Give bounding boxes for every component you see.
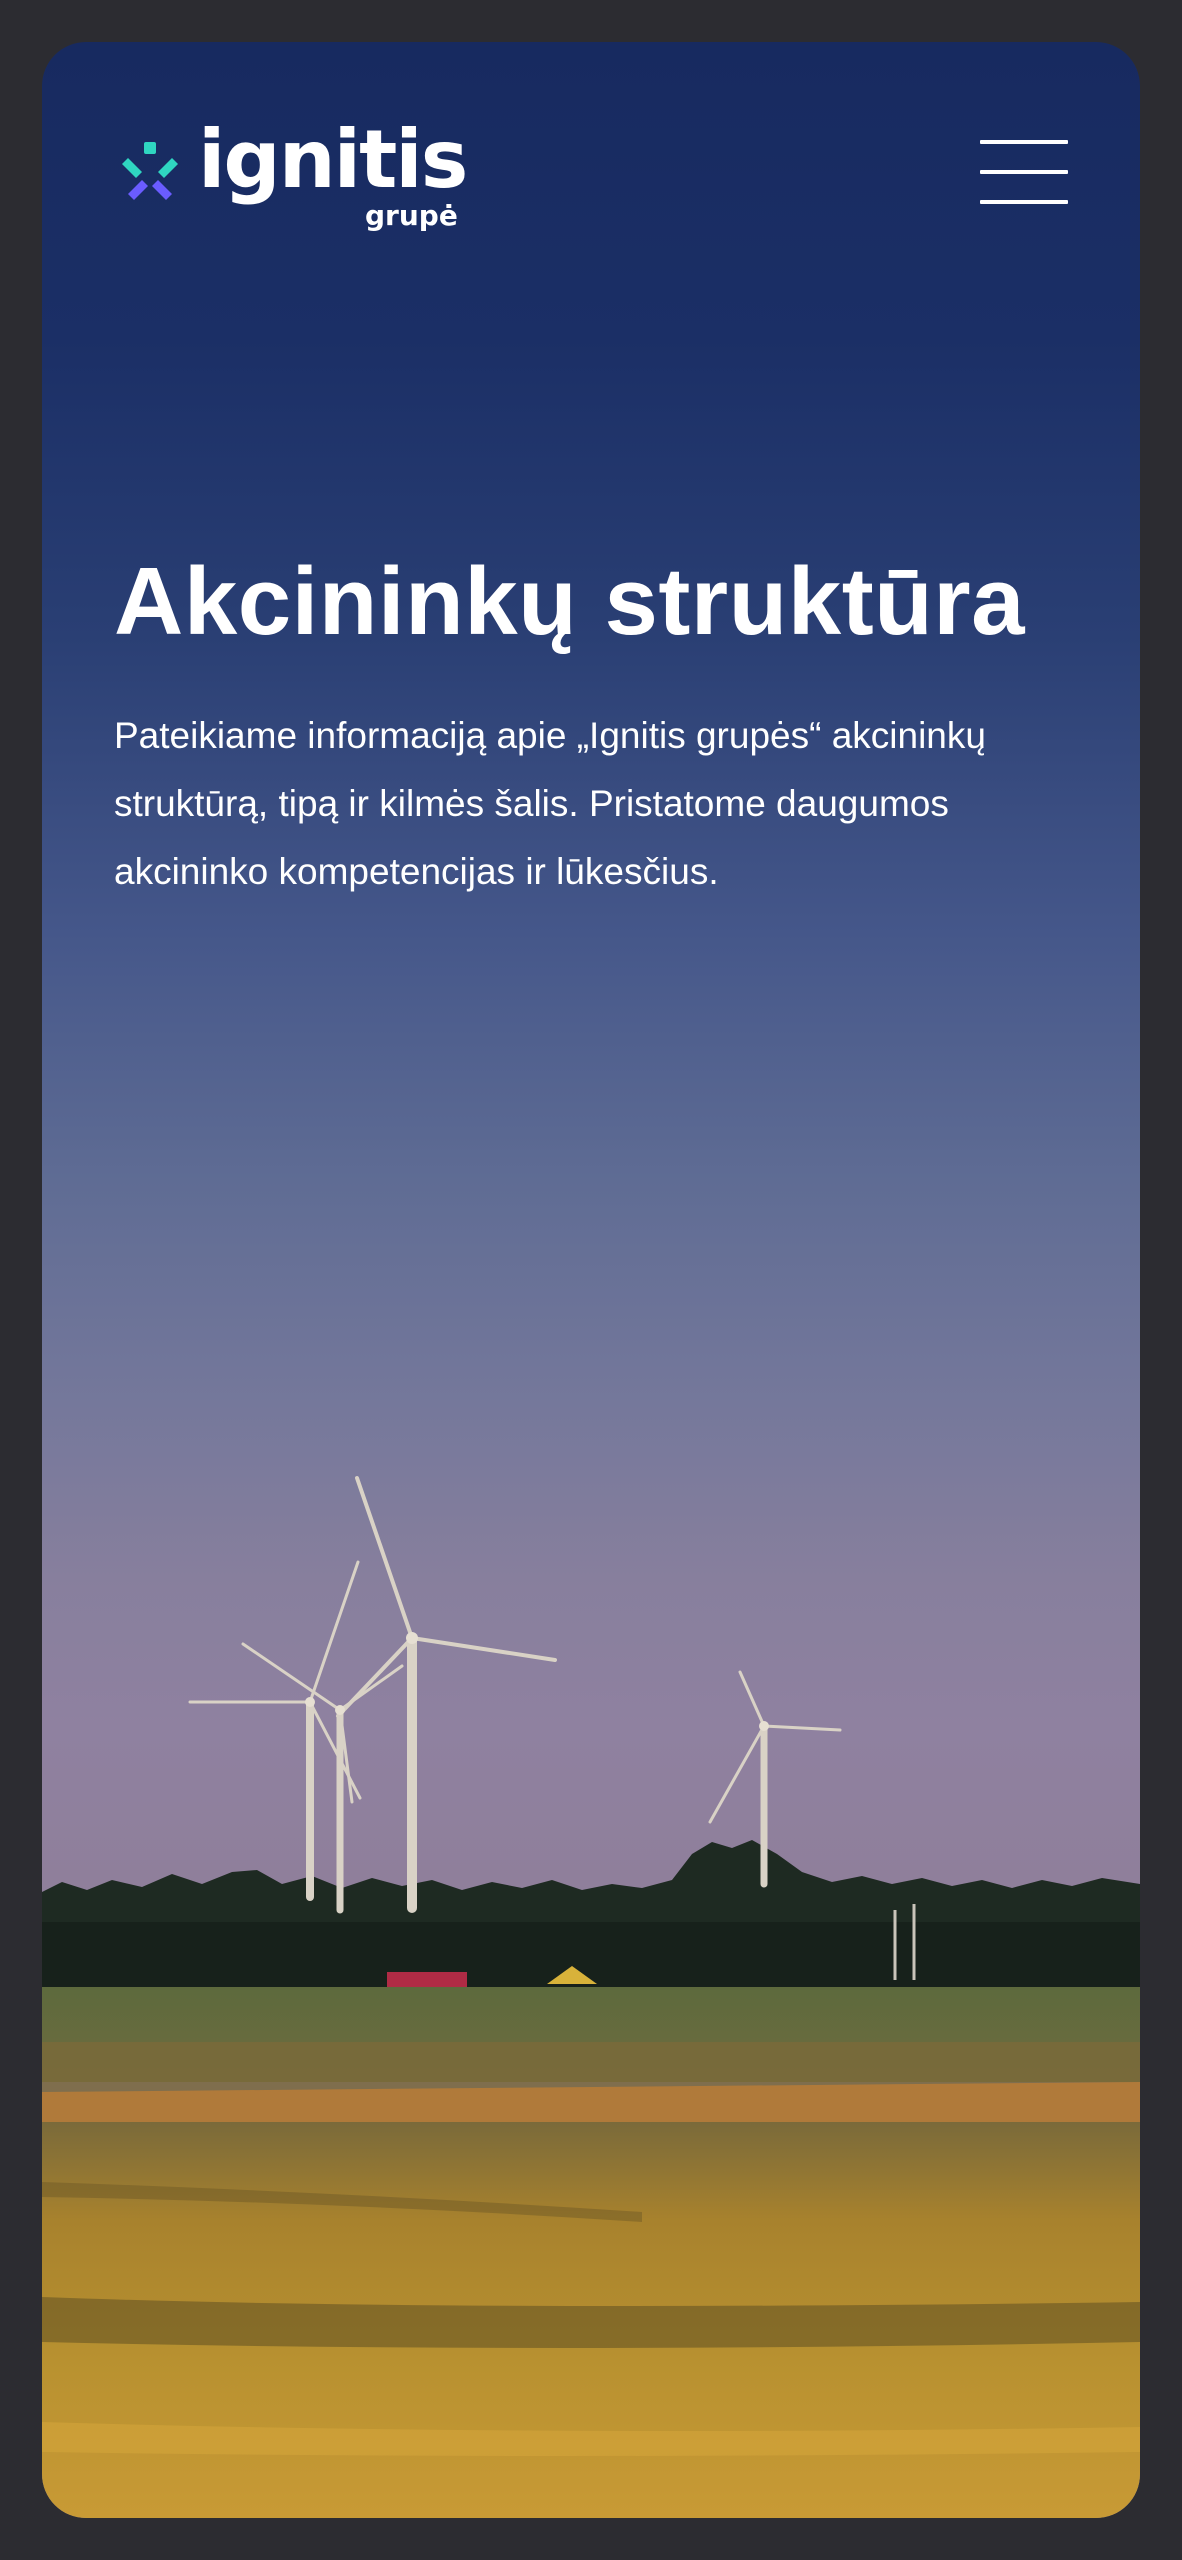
ignitis-logo[interactable]: ignitis grupė xyxy=(120,112,480,232)
hamburger-menu-button[interactable] xyxy=(980,140,1070,204)
ignitis-logo-mark-icon xyxy=(122,142,178,200)
logo-subtitle: grupė xyxy=(365,199,458,232)
site-header: ignitis grupė xyxy=(42,42,1140,262)
page-title: Akcininkų struktūra xyxy=(114,548,1026,655)
hero-screen: ignitis grupė Akcininkų struktūra Pateik… xyxy=(42,42,1140,2518)
hero-background-image xyxy=(42,1476,1140,2518)
device-frame: ignitis grupė Akcininkų struktūra Pateik… xyxy=(0,0,1182,2560)
logo-wordmark: ignitis xyxy=(198,113,468,206)
page-description: Pateikiame informaciją apie „Ignitis gru… xyxy=(114,715,986,892)
hamburger-menu-icon xyxy=(980,140,1068,144)
